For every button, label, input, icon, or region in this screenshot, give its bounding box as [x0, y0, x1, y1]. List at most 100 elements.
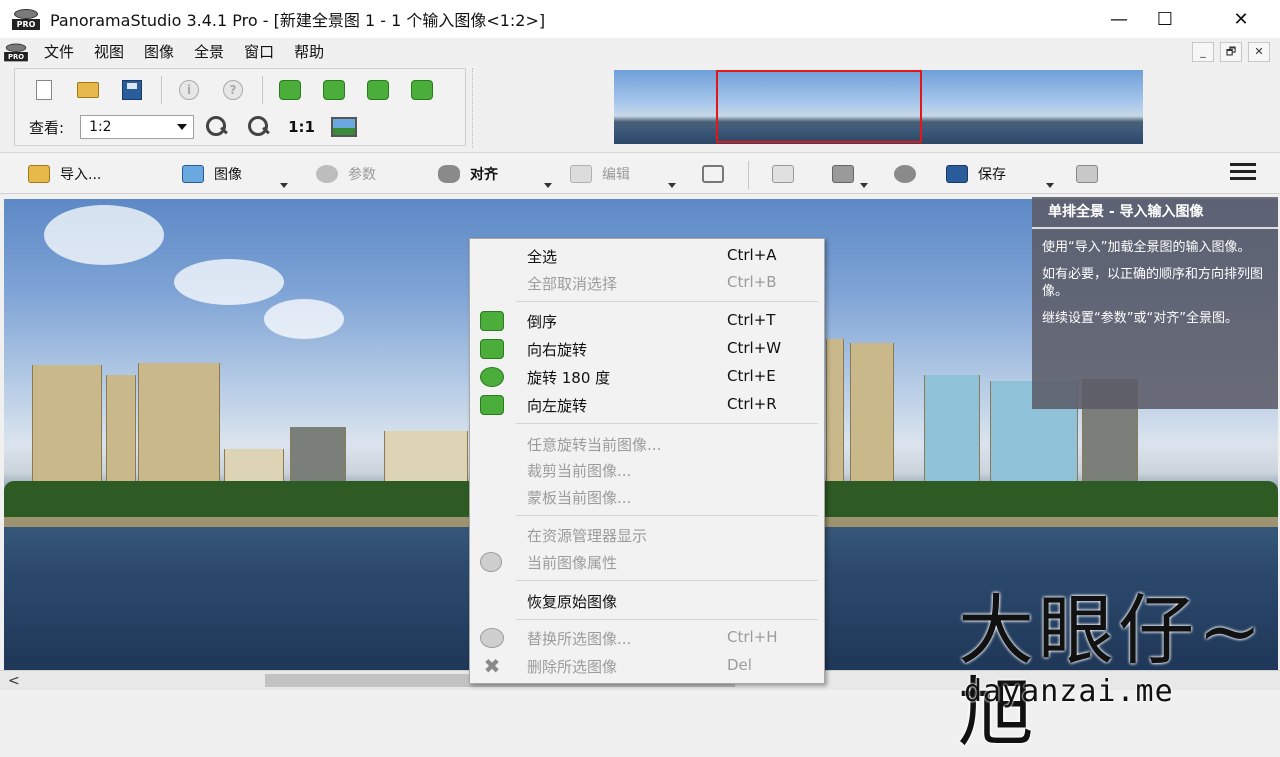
minimize-button[interactable]: —: [1096, 0, 1142, 38]
close-button[interactable]: ✕: [1218, 0, 1264, 38]
zoom-select[interactable]: 1:2: [80, 115, 195, 139]
mdi-close-button[interactable]: ✕: [1248, 42, 1270, 62]
menu-item-rotate-right[interactable]: 向右旋转 Ctrl+W: [470, 336, 824, 362]
info-icon: [480, 552, 502, 572]
actual-size-button[interactable]: 1:1: [288, 118, 315, 136]
menu-item-replace-selected[interactable]: 替换所选图像... Ctrl+H: [470, 625, 824, 651]
menu-window[interactable]: 窗口: [238, 38, 288, 66]
maximize-button[interactable]: ☐: [1142, 0, 1188, 38]
menu-item-show-in-explorer[interactable]: 在资源管理器显示: [470, 522, 824, 548]
wizard-info-panel: 单排全景 - 导入输入图像 使用“导入”加载全景图的输入图像。 如有必要，以正确…: [1032, 197, 1278, 409]
rotate-180-button[interactable]: [363, 77, 393, 103]
image-button[interactable]: 图像: [182, 161, 242, 187]
export-button[interactable]: [772, 161, 804, 187]
menu-bar: PRO 文件 视图 图像 全景 窗口 帮助: [0, 38, 1280, 66]
rotate-left-button[interactable]: [407, 77, 437, 103]
menu-item-reverse-order[interactable]: 倒序 Ctrl+T: [470, 308, 824, 334]
print-preview-icon: [832, 165, 854, 183]
rotate-right-icon: [323, 80, 345, 100]
replace-icon: [480, 628, 504, 648]
menu-item-select-all[interactable]: 全选 Ctrl+A: [470, 243, 824, 269]
folder-icon: [28, 165, 50, 183]
info-panel-title: 单排全景 - 导入输入图像: [1032, 197, 1278, 229]
preview-dropdown-icon[interactable]: [860, 183, 868, 188]
info-paragraph: 使用“导入”加载全景图的输入图像。: [1042, 240, 1251, 255]
scroll-left-arrow[interactable]: <: [8, 673, 20, 689]
align-icon: [438, 165, 460, 183]
refresh-button[interactable]: [894, 161, 926, 187]
menu-panorama[interactable]: 全景: [188, 38, 238, 66]
menu-item-image-properties[interactable]: 当前图像属性: [470, 549, 824, 575]
rotate-180-icon: [367, 80, 389, 100]
rotate-right-icon: [480, 339, 504, 359]
menu-item-delete-selected[interactable]: ✖ 删除所选图像 Del: [470, 653, 824, 679]
info-paragraph: 继续设置“参数”或“对齐”全景图。: [1042, 311, 1238, 326]
rotate-left-icon: [480, 395, 504, 415]
new-button[interactable]: [29, 77, 59, 103]
import-button[interactable]: 导入...: [28, 161, 101, 187]
menu-help[interactable]: 帮助: [288, 38, 338, 66]
edit-dropdown-icon[interactable]: [668, 183, 676, 188]
navigator-selection-frame[interactable]: [716, 70, 922, 143]
menu-image[interactable]: 图像: [138, 38, 188, 66]
params-button[interactable]: 参数: [316, 161, 376, 187]
menu-file[interactable]: 文件: [38, 38, 88, 66]
info-icon: i: [179, 80, 199, 100]
edit-icon: [570, 165, 592, 183]
main-toolbar: i ? 查看: 1:2 1:1: [14, 68, 466, 146]
export-icon: [772, 165, 794, 183]
view-label: 查看:: [29, 118, 65, 137]
workflow-toolbar: 导入... 图像 参数 对齐 编辑 保存: [0, 152, 1280, 194]
save-button[interactable]: 保存: [946, 161, 1006, 187]
menu-item-rotate-180[interactable]: 旋转 180 度 Ctrl+E: [470, 364, 824, 390]
chevron-down-icon: [177, 124, 188, 130]
menu-item-mask[interactable]: 蒙板当前图像...: [470, 484, 824, 510]
open-button[interactable]: [73, 77, 103, 103]
mdi-minimize-button[interactable]: _: [1192, 42, 1214, 62]
rotate-180-icon: [480, 367, 504, 387]
app-icon: PRO: [12, 8, 40, 30]
gear-icon: [316, 165, 338, 183]
edit-button[interactable]: 编辑: [570, 161, 630, 187]
menu-item-restore-original[interactable]: 恢复原始图像: [470, 588, 824, 614]
refresh-icon: [894, 165, 916, 183]
align-dropdown-icon[interactable]: [544, 183, 552, 188]
print-button[interactable]: [1076, 161, 1108, 187]
title-bar: PRO PanoramaStudio 3.4.1 Pro - [新建全景图 1 …: [0, 0, 1280, 38]
align-button[interactable]: 对齐: [438, 161, 498, 187]
context-menu: 全选 Ctrl+A 全部取消选择 Ctrl+B 倒序 Ctrl+T 向右旋转 C…: [469, 238, 825, 684]
printer-icon: [1076, 165, 1098, 183]
watermark-url: dayanzai.me: [964, 674, 1174, 709]
reverse-order-icon: [480, 311, 504, 331]
mdi-restore-button[interactable]: 🗗: [1220, 42, 1242, 62]
window-title: PanoramaStudio 3.4.1 Pro - [新建全景图 1 - 1 …: [50, 11, 546, 30]
folder-icon: [77, 82, 99, 98]
menu-item-deselect-all[interactable]: 全部取消选择 Ctrl+B: [470, 270, 824, 296]
reverse-order-button[interactable]: [275, 77, 305, 103]
menu-item-rotate-left[interactable]: 向左旋转 Ctrl+R: [470, 392, 824, 418]
zoom-in-icon[interactable]: [204, 116, 230, 138]
hamburger-menu-icon[interactable]: [1230, 163, 1256, 181]
image-icon: [182, 165, 204, 183]
menu-item-free-rotate[interactable]: 任意旋转当前图像...: [470, 431, 824, 457]
help-button[interactable]: ?: [218, 77, 248, 103]
menu-view[interactable]: 视图: [88, 38, 138, 66]
info-paragraph: 如有必要，以正确的顺序和方向排列图像。: [1042, 267, 1264, 299]
new-document-icon: [36, 80, 52, 100]
zoom-value: 1:2: [89, 119, 112, 135]
info-button[interactable]: i: [174, 77, 204, 103]
reverse-order-icon: [279, 80, 301, 100]
crop-icon: [702, 165, 724, 183]
image-dropdown-icon[interactable]: [280, 183, 288, 188]
crop-button[interactable]: [702, 161, 734, 187]
document-icon[interactable]: PRO: [4, 43, 28, 62]
delete-icon: ✖: [483, 654, 501, 678]
save-toolbar-button[interactable]: [117, 77, 147, 103]
help-icon: ?: [223, 80, 243, 100]
rotate-right-button[interactable]: [319, 77, 349, 103]
floppy-icon: [122, 80, 142, 100]
menu-item-crop[interactable]: 裁剪当前图像...: [470, 457, 824, 483]
zoom-out-icon[interactable]: [246, 116, 272, 138]
save-dropdown-icon[interactable]: [1046, 183, 1054, 188]
fit-window-icon[interactable]: [330, 117, 357, 137]
